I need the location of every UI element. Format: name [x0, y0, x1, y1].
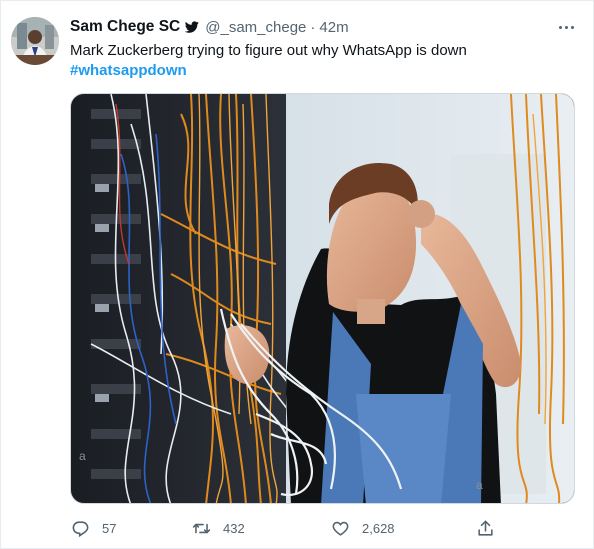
timestamp[interactable]: 42m [319, 19, 348, 36]
tweet-header: Sam Chege SC @_sam_chege · 42m [70, 17, 349, 37]
like-button[interactable]: 2,628 [331, 514, 395, 542]
reply-button[interactable]: 57 [71, 514, 116, 542]
tweet-actions: 57 432 2,628 [1, 514, 594, 542]
like-count: 2,628 [362, 520, 395, 536]
heart-icon [332, 521, 349, 536]
retweet-icon [192, 523, 211, 533]
tweet-text: Mark Zuckerberg trying to figure out why… [70, 42, 467, 59]
share-icon [478, 520, 493, 536]
reply-icon [72, 520, 89, 537]
verified-bird-icon [185, 20, 200, 34]
tweet-card[interactable]: Sam Chege SC @_sam_chege · 42m Mark Zuck… [0, 0, 594, 549]
hashtag-link[interactable]: #whatsappdown [70, 61, 187, 81]
more-options-icon[interactable] [556, 19, 576, 35]
retweet-button[interactable]: 432 [192, 514, 245, 542]
author-handle[interactable]: @_sam_chege [205, 19, 306, 36]
watermark-text: a [476, 478, 483, 492]
avatar[interactable] [11, 17, 59, 65]
retweet-count: 432 [223, 520, 245, 536]
reply-count: 57 [102, 520, 117, 536]
tweet-image[interactable]: a a [70, 93, 575, 504]
author-name[interactable]: Sam Chege SC [70, 18, 180, 36]
watermark-text-2: a [79, 449, 86, 463]
share-button[interactable] [476, 514, 495, 542]
separator-dot: · [310, 18, 316, 36]
